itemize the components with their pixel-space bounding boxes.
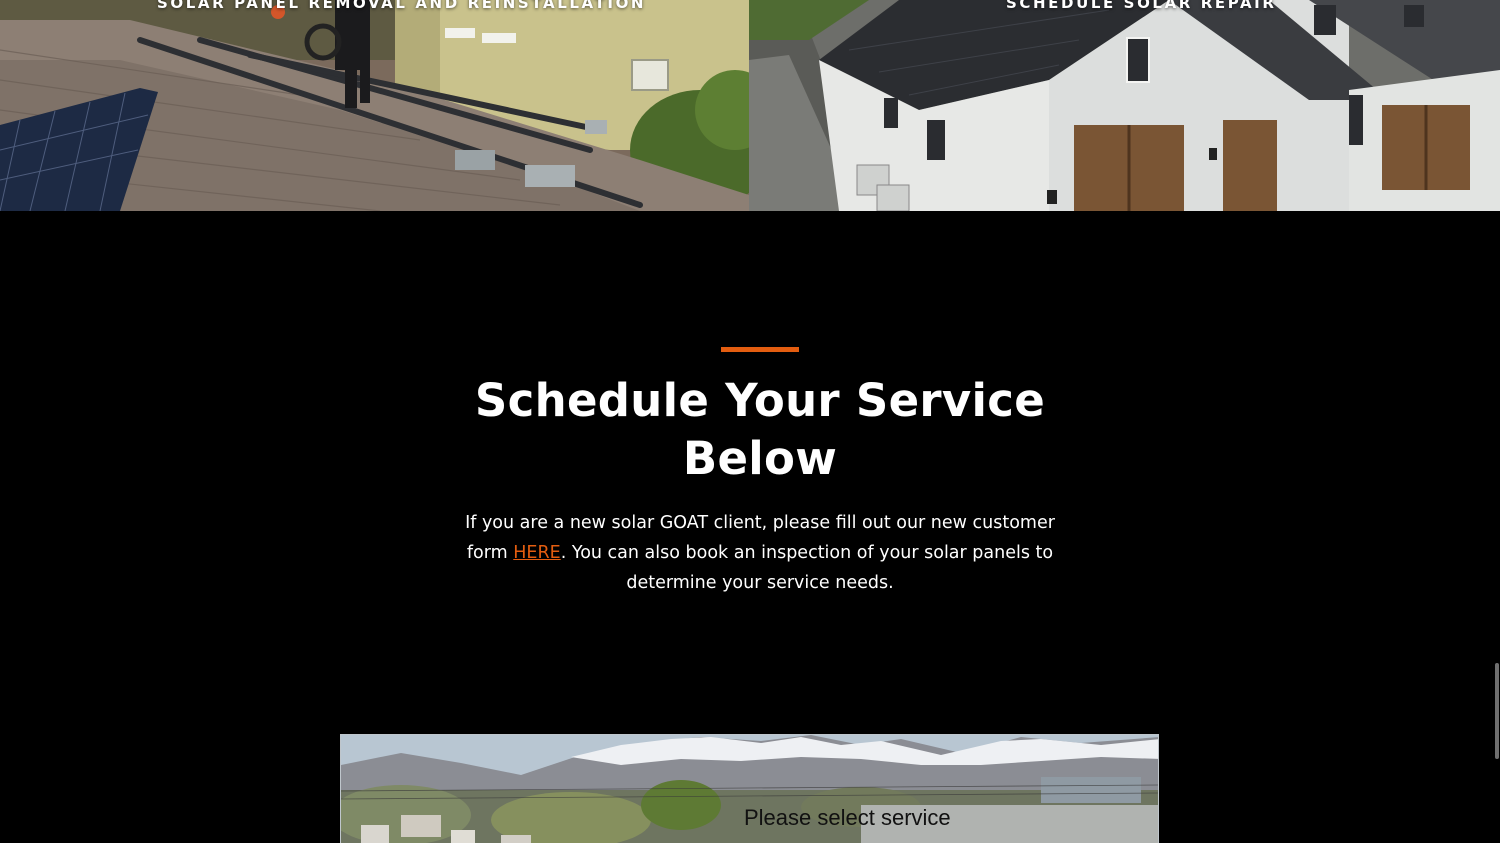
scrollbar-thumb[interactable] bbox=[1495, 663, 1499, 759]
roof-crew-photo bbox=[0, 0, 749, 211]
new-customer-form-link[interactable]: HERE bbox=[513, 543, 560, 563]
schedule-description: If you are a new solar GOAT client, plea… bbox=[455, 508, 1065, 598]
tile-title-repair[interactable]: SCHEDULE SOLAR REPAIR bbox=[1006, 0, 1277, 12]
white-house-photo bbox=[749, 0, 1500, 211]
page: SOLAR PANEL REMOVAL AND REINSTALLATION S… bbox=[0, 0, 1500, 843]
tile-solar-panel-removal[interactable]: SOLAR PANEL REMOVAL AND REINSTALLATION bbox=[0, 0, 749, 211]
booking-widget: Please select service bbox=[340, 734, 1159, 843]
tile-title-removal[interactable]: SOLAR PANEL REMOVAL AND REINSTALLATION bbox=[157, 0, 646, 12]
schedule-text-rest: . You can also book an inspection of you… bbox=[560, 543, 1054, 593]
tile-schedule-solar-repair[interactable]: SCHEDULE SOLAR REPAIR bbox=[749, 0, 1500, 211]
service-select-dropdown[interactable]: Please select service bbox=[744, 805, 951, 831]
schedule-heading: Schedule Your Service Below bbox=[474, 374, 1046, 485]
page-scrollbar[interactable] bbox=[1492, 0, 1500, 843]
service-tiles: SOLAR PANEL REMOVAL AND REINSTALLATION S… bbox=[0, 0, 1500, 211]
section-accent-bar bbox=[721, 347, 799, 352]
